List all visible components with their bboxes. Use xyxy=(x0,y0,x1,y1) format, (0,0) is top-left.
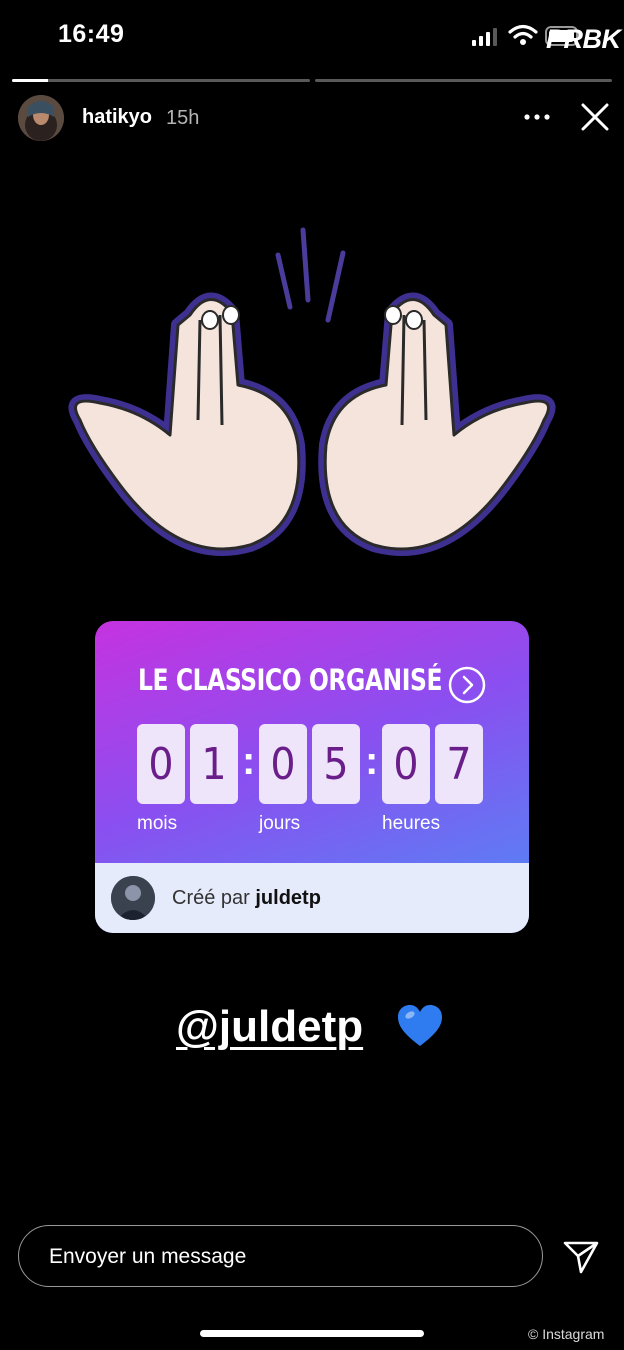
prbk-watermark: PRBK xyxy=(546,24,621,54)
story-progress xyxy=(12,79,612,83)
countdown-creator-bar[interactable]: Créé par juldetp xyxy=(95,863,529,933)
creator-text: Créé par juldetp xyxy=(172,887,321,910)
status-time: 16:49 xyxy=(58,20,125,48)
send-icon[interactable] xyxy=(562,1238,600,1276)
creator-avatar xyxy=(111,876,155,920)
blue-heart-icon xyxy=(398,1005,442,1046)
countdown-separator: : xyxy=(365,739,379,783)
countdown-digit: 0 xyxy=(259,724,307,804)
countdown-digit: 1 xyxy=(190,724,238,804)
more-options-icon[interactable] xyxy=(520,102,554,132)
unit-days: jours xyxy=(259,813,301,834)
unit-hours: heures xyxy=(382,813,441,834)
countdown-sticker[interactable]: LE CLASSICO ORGANISÉ 0 1 : 0 5 : 0 7 moi… xyxy=(95,621,529,933)
unit-months: mois xyxy=(137,813,178,834)
wifi-icon xyxy=(508,24,538,45)
countdown-digit: 0 xyxy=(137,724,185,804)
message-placeholder: Envoyer un message xyxy=(49,1245,247,1268)
countdown-digit: 7 xyxy=(435,724,483,804)
countdown-digit: 5 xyxy=(312,724,360,804)
instagram-credit: © Instagram xyxy=(528,1326,605,1342)
countdown-title: LE CLASSICO ORGANISÉ xyxy=(138,663,443,697)
mention-sticker[interactable]: @juldetp xyxy=(176,1002,363,1052)
progress-segment-2 xyxy=(314,79,612,82)
message-input[interactable]: Envoyer un message xyxy=(18,1225,543,1287)
creator-prefix: Créé par xyxy=(172,887,250,909)
mention-text[interactable]: @juldetp xyxy=(176,1002,363,1051)
hands-gesture-sticker xyxy=(68,227,556,556)
story-age: 15h xyxy=(166,107,200,129)
creator-name: juldetp xyxy=(255,887,321,909)
story-username[interactable]: hatikyo xyxy=(82,106,152,129)
signal-icon xyxy=(472,28,497,46)
countdown-separator: : xyxy=(242,739,256,783)
countdown-digit: 0 xyxy=(382,724,430,804)
close-icon[interactable] xyxy=(578,100,612,134)
chevron-right-icon[interactable] xyxy=(447,665,487,705)
home-indicator xyxy=(200,1330,424,1337)
progress-segment-1 xyxy=(12,79,310,82)
user-avatar[interactable] xyxy=(18,95,64,141)
